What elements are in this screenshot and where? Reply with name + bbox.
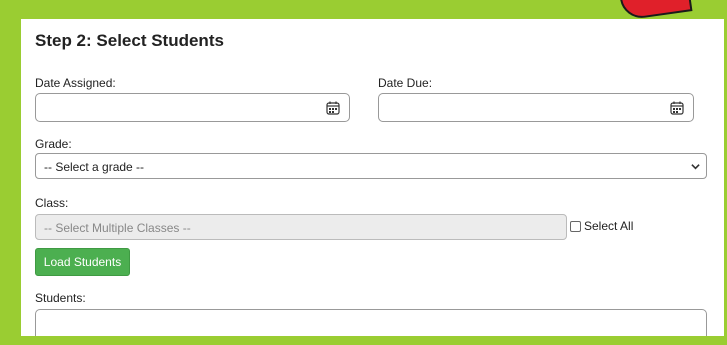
date-assigned-label: Date Assigned: [35, 76, 116, 90]
select-students-panel: Step 2: Select Students Date Assigned: D… [21, 19, 724, 336]
students-label: Students: [35, 291, 86, 305]
load-students-button[interactable]: Load Students [35, 248, 130, 276]
corner-decoration [619, 0, 693, 21]
class-select-placeholder: -- Select Multiple Classes -- [44, 221, 191, 235]
date-assigned-field[interactable] [35, 93, 350, 122]
chevron-down-icon [691, 164, 700, 170]
calendar-icon[interactable] [670, 101, 684, 115]
select-all-label: Select All [584, 219, 634, 233]
select-all-checkbox[interactable] [570, 220, 581, 232]
select-all-control[interactable]: Select All [570, 219, 633, 233]
calendar-icon[interactable] [326, 101, 340, 115]
grade-select-value: -- Select a grade -- [44, 160, 145, 174]
grade-select[interactable]: -- Select a grade -- [35, 153, 707, 179]
students-field[interactable] [35, 309, 707, 336]
class-multi-select[interactable]: -- Select Multiple Classes -- [35, 214, 567, 240]
date-due-label: Date Due: [378, 76, 433, 90]
date-due-field[interactable] [378, 93, 694, 122]
grade-label: Grade: [35, 137, 72, 151]
class-label: Class: [35, 196, 69, 210]
page-title: Step 2: Select Students [35, 31, 224, 50]
